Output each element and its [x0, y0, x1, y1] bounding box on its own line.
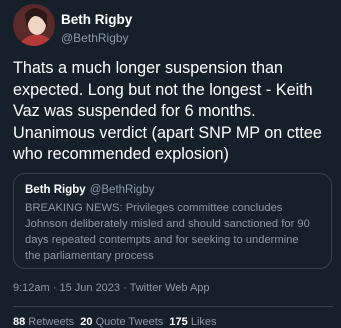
quoted-author-handle: @BethRigby: [89, 184, 155, 196]
avatar-image: [13, 4, 55, 46]
tweet-stats: 88 Retweets 20 Quote Tweets 175 Likes: [13, 316, 217, 328]
author-avatar[interactable]: [13, 4, 55, 46]
retweet-count[interactable]: 88: [13, 316, 25, 328]
quoted-author-name: Beth Rigby: [25, 184, 86, 196]
tweet-time[interactable]: 9:12am: [13, 282, 50, 294]
tweet-metadata: 9:12am · 15 Jun 2023 · Twitter Web App: [13, 282, 210, 294]
retweet-label[interactable]: Retweets: [25, 316, 74, 328]
like-label[interactable]: Likes: [188, 316, 217, 328]
tweet-source-app[interactable]: Twitter Web App: [130, 282, 210, 294]
tweet-text: Thats a much longer suspension than expe…: [13, 59, 322, 163]
divider: [13, 306, 333, 307]
quoted-tweet-header: Beth Rigby @BethRigby: [25, 184, 154, 196]
meta-separator: ·: [120, 282, 130, 294]
quote-count[interactable]: 20: [80, 316, 92, 328]
like-count[interactable]: 175: [169, 316, 187, 328]
author-handle[interactable]: @BethRigby: [61, 31, 129, 45]
quoted-tweet[interactable]: Beth Rigby @BethRigby BREAKING NEWS: Priv…: [13, 173, 332, 269]
quoted-tweet-text: BREAKING NEWS: Privileges committee conc…: [25, 202, 310, 262]
author-name[interactable]: Beth Rigby: [61, 12, 132, 27]
tweet-date[interactable]: 15 Jun 2023: [59, 282, 120, 294]
quote-label[interactable]: Quote Tweets: [93, 316, 164, 328]
